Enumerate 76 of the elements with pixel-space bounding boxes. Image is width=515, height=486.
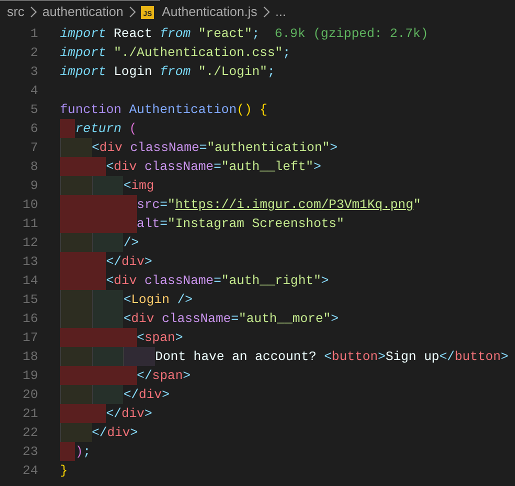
code-line: </div>: [106, 405, 152, 423]
indent-error-highlight: [60, 271, 106, 290]
indent-error-highlight: [60, 119, 76, 138]
line-number: 11: [22, 215, 38, 233]
indent-highlight: [92, 385, 124, 404]
code-line: function Authentication() {: [60, 101, 268, 119]
indent-highlight: [60, 309, 92, 328]
chevron-icon: [262, 6, 270, 18]
indent-highlight: [123, 347, 156, 366]
indent-highlight: [60, 138, 92, 157]
line-number: 22: [22, 424, 38, 442]
code-line: src="https://i.imgur.com/P3Vm1Kq.png": [136, 196, 421, 214]
line-number: 8: [29, 158, 38, 176]
code-line: </div>: [92, 424, 138, 442]
line-number: 7: [29, 139, 38, 157]
code-line: import React from "react";: [60, 25, 260, 43]
indent-highlight: [92, 347, 124, 366]
indent-highlight: [60, 423, 92, 442]
code-line: </div>: [106, 253, 152, 271]
line-number: 19: [22, 367, 38, 385]
line-number: 3: [29, 63, 38, 81]
code-line: <span>: [136, 329, 183, 347]
code-line: </span>: [136, 367, 191, 385]
indent-highlight: [92, 176, 124, 195]
indent-highlight: [92, 290, 124, 309]
indent-highlight: [60, 176, 92, 195]
indent-error-highlight: [60, 157, 106, 176]
indent-highlight: [60, 290, 92, 309]
import-size-hint: 6.9k (gzipped: 2.7k): [274, 25, 428, 43]
breadcrumb-item[interactable]: Authentication.js: [162, 2, 258, 22]
line-number: 12: [22, 234, 38, 252]
line-number: 6: [29, 120, 38, 138]
indent-error-highlight: [60, 252, 106, 271]
line-number: 4: [29, 82, 38, 100]
code-line: <Login />: [123, 291, 193, 309]
line-number: 24: [22, 462, 38, 480]
indent-error-highlight: [60, 442, 76, 461]
line-number: 17: [22, 329, 38, 347]
line-number: 9: [29, 177, 38, 195]
indent-highlight: [92, 233, 124, 252]
line-number: 13: [22, 253, 38, 271]
indent-highlight: [60, 233, 92, 252]
line-number: 16: [22, 310, 38, 328]
chevron-icon: [29, 6, 38, 18]
code-line: <img: [123, 177, 154, 195]
code-line: <div className="auth__left">: [106, 158, 322, 176]
line-number: 20: [22, 386, 38, 404]
code-line: return (: [75, 120, 137, 138]
breadcrumb-item[interactable]: src: [7, 2, 24, 22]
line-number: 2: [29, 44, 38, 62]
line-number: 5: [29, 101, 38, 119]
code-line: />: [123, 234, 139, 252]
breadcrumb-item[interactable]: authentication: [42, 2, 124, 22]
code-line: </div>: [123, 386, 170, 404]
line-number: 10: [22, 196, 38, 214]
code-line: );: [75, 443, 91, 461]
code-line: <div className="auth__more">: [123, 310, 338, 328]
code-line: <div className="authentication">: [92, 139, 338, 157]
code-line: alt="Instagram Screenshots": [136, 215, 344, 233]
code-line: import Login from "./Login";: [60, 63, 276, 81]
indent-highlight: [60, 385, 92, 404]
line-number: 1: [29, 25, 38, 43]
code-line: Dont have an account? <button>Sign up</button>: [155, 348, 508, 366]
breadcrumb-item[interactable]: ...: [275, 2, 286, 22]
line-number: 14: [22, 272, 38, 290]
code-line: import "./Authentication.css";: [60, 44, 290, 62]
code-line: }: [60, 462, 68, 480]
line-number: 15: [22, 291, 38, 309]
line-number: 18: [22, 348, 38, 366]
indent-highlight: [92, 309, 124, 328]
line-number: 23: [22, 443, 38, 461]
indent-error-highlight: [60, 404, 106, 423]
line-number: 21: [22, 405, 38, 423]
code-line: <div className="auth__right">: [106, 272, 329, 290]
chevron-icon: [128, 6, 136, 18]
indent-highlight: [60, 347, 92, 366]
